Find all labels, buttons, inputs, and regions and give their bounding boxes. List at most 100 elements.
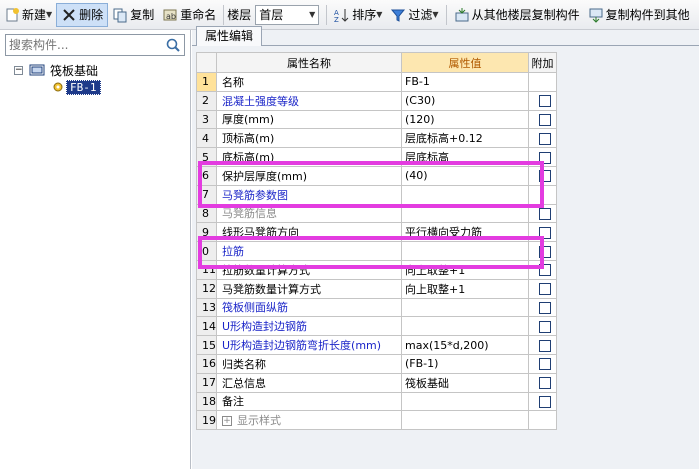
- expand-icon[interactable]: +: [222, 416, 232, 427]
- tree-node-raft-foundation[interactable]: − 筏板基础: [14, 62, 101, 78]
- row-number: 13: [196, 297, 217, 318]
- property-row[interactable]: 13 筏板侧面纵筋: [196, 297, 557, 318]
- gear-icon: [52, 81, 64, 93]
- property-name: 名称: [216, 72, 402, 92]
- tree-node-selected-label: FB-1: [66, 79, 101, 95]
- filter-button[interactable]: 过滤 ▼: [386, 3, 442, 27]
- property-row[interactable]: 17 汇总信息 筏板基础: [196, 372, 557, 393]
- extra-checkbox[interactable]: [539, 395, 551, 408]
- rename-button[interactable]: ab 重命名: [158, 3, 220, 27]
- property-value-cell[interactable]: 平行横向受力筋: [401, 222, 529, 243]
- property-row[interactable]: 19 + 显示样式: [196, 410, 557, 431]
- property-value-cell[interactable]: (40): [401, 165, 529, 186]
- property-row[interactable]: 3 厚度(mm) (120): [196, 109, 557, 130]
- sort-dropdown-icon[interactable]: ▼: [376, 10, 382, 19]
- extra-checkbox[interactable]: [539, 132, 551, 145]
- extra-cell: [528, 90, 557, 111]
- filter-dropdown-icon[interactable]: ▼: [432, 10, 438, 19]
- copy-to-floor-button[interactable]: 复制构件到其他: [584, 3, 694, 27]
- sort-label: 排序: [352, 8, 377, 22]
- extra-checkbox[interactable]: [539, 358, 551, 371]
- property-name-text: 拉筋数量计算方式: [222, 263, 310, 277]
- property-row[interactable]: 14 U形构造封边钢筋: [196, 316, 557, 337]
- property-row[interactable]: 1 名称 FB-1: [196, 72, 557, 92]
- property-value-cell[interactable]: 向上取整+1: [401, 278, 529, 299]
- new-button[interactable]: 新建 ▼: [0, 3, 56, 27]
- delete-button[interactable]: 删除: [56, 2, 109, 27]
- tab-property-edit[interactable]: 属性编辑: [196, 26, 263, 46]
- property-row[interactable]: 0 拉筋: [196, 241, 557, 261]
- property-value-cell[interactable]: [401, 241, 529, 261]
- property-value-cell[interactable]: [401, 203, 529, 224]
- property-row[interactable]: 12 马凳筋数量计算方式 向上取整+1: [196, 278, 557, 299]
- property-value-cell[interactable]: max(15*d,200): [401, 335, 529, 355]
- floor-select[interactable]: 首层 ▼: [255, 4, 320, 25]
- property-value-cell[interactable]: [401, 297, 529, 318]
- row-number: 5: [196, 147, 217, 167]
- property-value-cell[interactable]: 层底标高+0.12: [401, 128, 529, 149]
- extra-checkbox[interactable]: [539, 113, 551, 126]
- property-value-cell[interactable]: 筏板基础: [401, 372, 529, 393]
- property-row[interactable]: 9 线形马凳筋方向 平行横向受力筋: [196, 222, 557, 243]
- extra-checkbox[interactable]: [539, 207, 551, 220]
- extra-checkbox[interactable]: [539, 245, 551, 258]
- search-input[interactable]: [6, 35, 161, 55]
- extra-checkbox[interactable]: [539, 95, 551, 108]
- property-row[interactable]: 16 归类名称 (FB-1): [196, 353, 557, 374]
- chevron-down-icon: ▼: [309, 10, 316, 19]
- property-value-cell[interactable]: FB-1: [401, 72, 529, 92]
- property-value-cell[interactable]: (C30): [401, 90, 529, 111]
- sort-icon: AZ: [334, 7, 350, 24]
- extra-cell: [528, 222, 557, 243]
- property-row[interactable]: 11 拉筋数量计算方式 向上取整+1: [196, 259, 557, 280]
- copy-button[interactable]: 复制: [108, 3, 158, 27]
- row-number: 1: [196, 72, 217, 92]
- sort-button[interactable]: AZ 排序 ▼: [330, 3, 386, 27]
- filter-icon: [390, 7, 406, 23]
- property-name: 混凝土强度等级: [216, 90, 402, 111]
- property-name: U形构造封边钢筋: [216, 316, 402, 337]
- tree-node-fb1[interactable]: FB-1: [52, 79, 101, 95]
- extra-checkbox[interactable]: [539, 283, 551, 296]
- collapse-icon[interactable]: −: [14, 65, 23, 75]
- property-row[interactable]: 15 U形构造封边钢筋弯折长度(mm) max(15*d,200): [196, 335, 557, 355]
- property-name-text: 底标高(m): [222, 151, 275, 165]
- extra-checkbox[interactable]: [539, 377, 551, 390]
- property-value-cell[interactable]: 向上取整+1: [401, 259, 529, 280]
- property-name-text: 线形马凳筋方向: [222, 226, 299, 240]
- property-row[interactable]: 4 顶标高(m) 层底标高+0.12: [196, 128, 557, 149]
- property-row[interactable]: 7 马凳筋参数图: [196, 184, 557, 205]
- property-row[interactable]: 5 底标高(m) 层底标高: [196, 147, 557, 167]
- extra-checkbox[interactable]: [539, 301, 551, 314]
- new-dropdown-icon[interactable]: ▼: [46, 10, 52, 19]
- property-value-cell[interactable]: (120): [401, 109, 529, 130]
- extra-cell: [528, 278, 557, 299]
- property-row[interactable]: 18 备注: [196, 391, 557, 412]
- row-number-header: [196, 52, 217, 73]
- copy-from-floor-button[interactable]: 从其他楼层复制构件: [450, 3, 584, 27]
- property-value-cell[interactable]: (FB-1): [401, 353, 529, 374]
- property-value-cell[interactable]: 层底标高: [401, 147, 529, 167]
- property-name-text: 筏板侧面纵筋: [222, 301, 288, 315]
- search-icon[interactable]: [165, 37, 181, 56]
- property-value-cell[interactable]: [401, 391, 529, 412]
- property-value-cell[interactable]: [401, 184, 529, 205]
- extra-checkbox[interactable]: [539, 170, 551, 183]
- extra-checkbox[interactable]: [539, 226, 551, 239]
- extra-checkbox[interactable]: [539, 320, 551, 333]
- property-row[interactable]: 8 马凳筋信息: [196, 203, 557, 224]
- property-name-text: 显示样式: [237, 414, 281, 428]
- extra-checkbox[interactable]: [539, 339, 551, 352]
- row-number: 14: [196, 316, 217, 337]
- extra-checkbox[interactable]: [539, 264, 551, 277]
- extra-checkbox[interactable]: [539, 151, 551, 164]
- svg-text:ab: ab: [166, 12, 176, 21]
- property-name-text: 归类名称: [222, 357, 266, 371]
- property-value-cell[interactable]: [401, 410, 529, 431]
- property-row[interactable]: 2 混凝土强度等级 (C30): [196, 90, 557, 111]
- property-value-cell[interactable]: [401, 316, 529, 337]
- property-editor-panel: 属性编辑 属性名称 属性值 附加 1 名称 FB-1 2 混凝土强度等级 (C30) 3 厚度…: [192, 26, 699, 469]
- property-name: 拉筋: [216, 241, 402, 261]
- property-name: 汇总信息: [216, 372, 402, 393]
- property-row[interactable]: 6 保护层厚度(mm) (40): [196, 165, 557, 186]
